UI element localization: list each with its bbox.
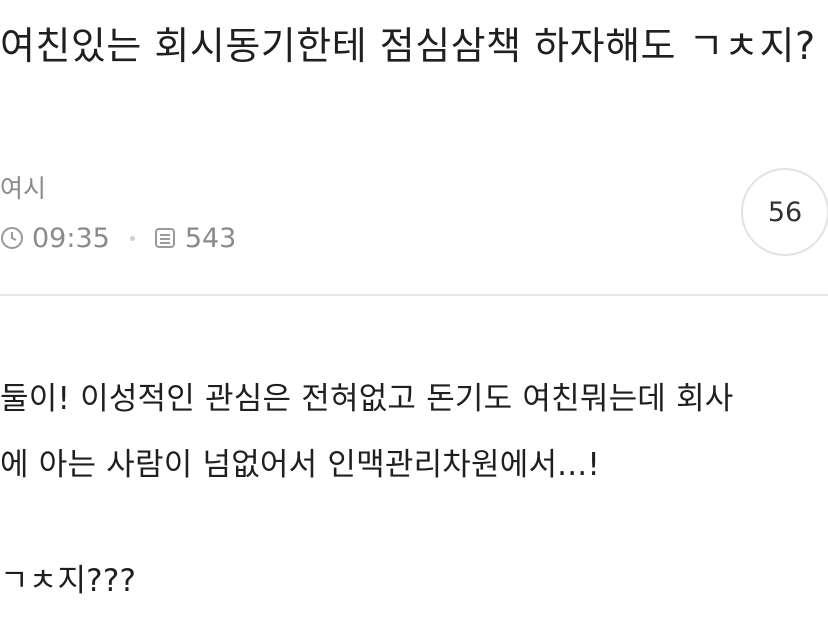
post-title: 여친있는 회시동기한테 점심삼책 하자해도 ㄱㅊ지?: [0, 24, 816, 68]
header-divider: [0, 294, 828, 296]
author-name[interactable]: 여시: [0, 172, 46, 206]
body-line-2: 에 아는 사람이 넘없어서 인맥관리차원에서...!: [0, 447, 600, 483]
post-body: 둘이! 이성적인 관심은 전혀없고 돈기도 여친뭐는데 회사 에 아는 사람이 …: [0, 366, 828, 614]
body-line-1: 둘이! 이성적인 관심은 전혀없고 돈기도 여친뭐는데 회사: [0, 381, 734, 417]
body-spacer: [0, 498, 828, 548]
document-icon: [153, 226, 177, 250]
body-line-3: ㄱㅊ지???: [0, 563, 137, 599]
post-meta: 09:35 543: [0, 218, 236, 258]
post-time: 09:35: [0, 223, 110, 254]
comment-count-button[interactable]: 56: [741, 168, 828, 256]
post-header: 여친있는 회시동기한테 점심삼책 하자해도 ㄱㅊ지? 여시 09:35 543 …: [0, 0, 828, 296]
meta-separator: [129, 235, 135, 241]
clock-icon: [0, 226, 24, 250]
views-count: 543: [184, 222, 237, 254]
post-views: 543: [153, 222, 237, 254]
time-text: 09:35: [32, 222, 110, 254]
